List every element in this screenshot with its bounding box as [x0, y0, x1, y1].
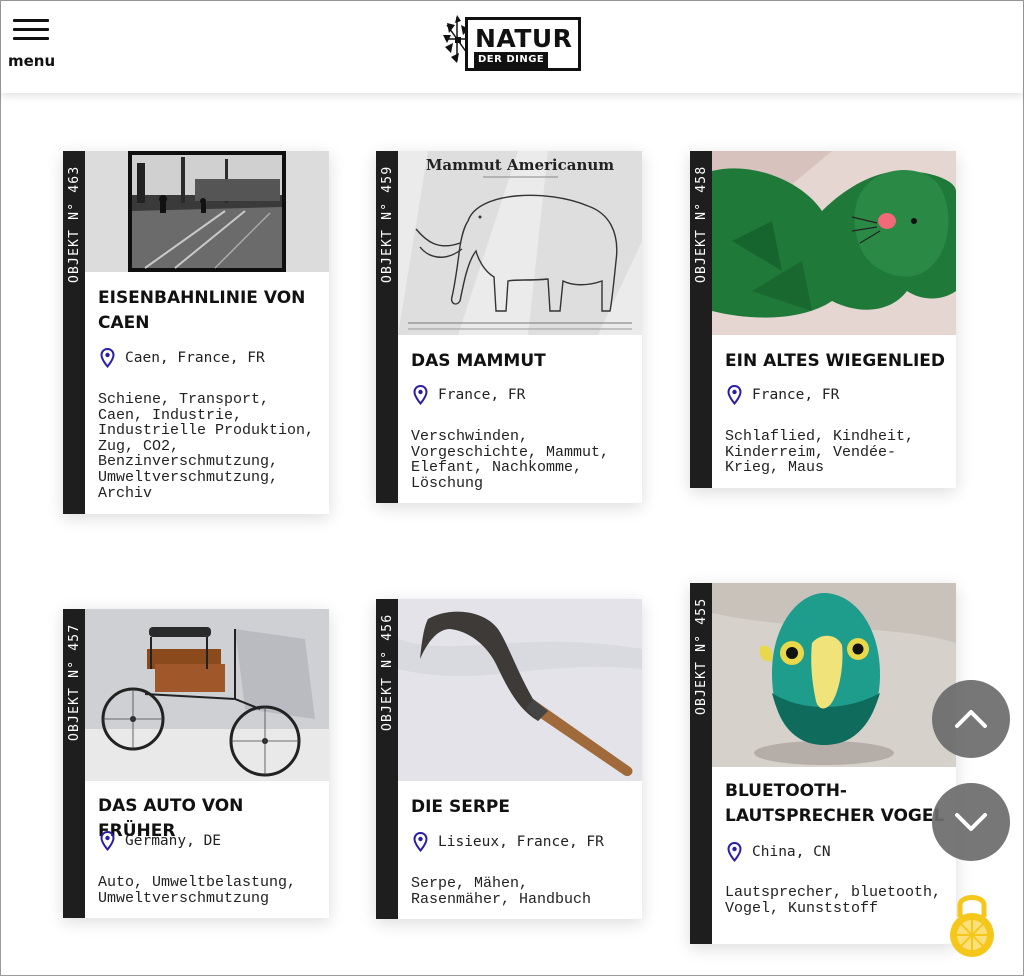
card-title: BLUETOOTH-LAUTSPRECHER VOGEL [725, 781, 945, 826]
site-logo[interactable]: NATUR DER DINGE [441, 11, 583, 73]
railway-photo [128, 151, 286, 272]
card-tags: Serpe, Mähen, Rasenmäher, Handbuch [411, 875, 592, 908]
chevron-up-icon [955, 710, 987, 728]
objekt-number-strip: OBJEKT N° 463 [63, 151, 85, 514]
green-mouse-illustration [712, 151, 956, 335]
location-pin-icon [100, 831, 115, 851]
objekt-number: OBJEKT N° 455 [694, 597, 709, 715]
card-location: Germany, DE [100, 830, 221, 852]
card-tags: Lautsprecher, bluetooth, Vogel, Kunststo… [725, 884, 942, 917]
objekt-number: OBJEKT N° 457 [67, 623, 82, 741]
location-text: China, CN [752, 844, 831, 860]
card-location: Lisieux, France, FR [413, 831, 604, 853]
card-location: Caen, France, FR [100, 347, 265, 369]
card-image: Mammut Americanum [398, 151, 642, 335]
logo-title: NATUR [475, 24, 573, 53]
billhook-photo [398, 599, 642, 781]
lock-icon [950, 895, 994, 957]
location-text: Lisieux, France, FR [438, 834, 604, 850]
card-tags: Auto, Umweltbelastung, Umweltverschmutzu… [98, 874, 297, 907]
objekt-number-strip: OBJEKT N° 458 [690, 151, 712, 488]
location-pin-icon [413, 832, 428, 852]
card-title: DAS MAMMUT [411, 351, 546, 371]
privacy-lock-button[interactable] [945, 885, 999, 963]
objekt-number-strip: OBJEKT N° 459 [376, 151, 398, 503]
logo-wordmark: NATUR DER DINGE [465, 17, 581, 71]
bird-speaker-photo [712, 583, 956, 767]
vintage-car-photo [85, 609, 329, 781]
card-image [712, 583, 956, 767]
object-card[interactable]: OBJEKT N° 458 EIN ALTES WIEGENLIED Franc… [690, 151, 956, 488]
card-image [85, 151, 329, 272]
objekt-number: OBJEKT N° 463 [67, 165, 82, 283]
object-card[interactable]: OBJEKT N° 457 DAS AUTO VON FRÜHER German [63, 609, 329, 918]
location-pin-icon [413, 385, 428, 405]
location-text: Caen, France, FR [125, 350, 265, 366]
object-card[interactable]: OBJEKT N° 459 Mammut Americanum DAS MAMM… [376, 151, 642, 503]
objekt-number: OBJEKT N° 458 [694, 165, 709, 283]
card-image [712, 151, 956, 335]
card-image [398, 599, 642, 781]
scroll-up-button[interactable] [932, 680, 1010, 758]
card-tags: Verschwinden, Vorgeschichte, Mammut, Ele… [411, 428, 610, 492]
menu-icon-bar [13, 28, 49, 31]
card-title: EIN ALTES WIEGENLIED [725, 351, 945, 371]
objekt-number: OBJEKT N° 456 [380, 613, 395, 731]
site-header: menu NATUR DER DINGE [1, 1, 1023, 93]
objekt-number-strip: OBJEKT N° 455 [690, 583, 712, 944]
menu-label: menu [8, 52, 56, 70]
location-pin-icon [100, 348, 115, 368]
scroll-down-button[interactable] [932, 783, 1010, 861]
object-card[interactable]: OBJEKT N° 463 EISENBAHNLINIE VON CAEN Ca… [63, 151, 329, 514]
card-tags: Schiene, Transport, Caen, Industrie, Ind… [98, 391, 315, 502]
location-pin-icon [727, 385, 742, 405]
menu-button[interactable]: menu [7, 17, 59, 73]
image-caption: Mammut Americanum [426, 156, 614, 174]
menu-icon [13, 19, 49, 22]
card-location: China, CN [727, 841, 831, 863]
menu-icon-bar [13, 37, 49, 40]
object-card[interactable]: OBJEKT N° 455 BLUETOOTH-LAUTSPRECHER VOG… [690, 583, 956, 944]
card-image [85, 609, 329, 781]
objekt-number-strip: OBJEKT N° 457 [63, 609, 85, 918]
location-text: France, FR [438, 387, 526, 403]
location-pin-icon [727, 842, 742, 862]
location-text: France, FR [752, 387, 840, 403]
objekt-number: OBJEKT N° 459 [380, 165, 395, 283]
object-card[interactable]: OBJEKT N° 456 DIE SERPE Lisieux, France,… [376, 599, 642, 919]
card-tags: Schlaflied, Kindheit, Kinderreim, Vendée… [725, 428, 915, 477]
chevron-down-icon [955, 813, 987, 831]
card-location: France, FR [727, 384, 839, 406]
logo-subtitle: DER DINGE [474, 52, 549, 68]
card-title: DIE SERPE [411, 797, 510, 817]
mammoth-drawing: Mammut Americanum [398, 151, 642, 335]
location-text: Germany, DE [125, 833, 222, 849]
card-title: EISENBAHNLINIE VON CAEN [98, 288, 306, 333]
objekt-number-strip: OBJEKT N° 456 [376, 599, 398, 919]
card-location: France, FR [413, 384, 525, 406]
